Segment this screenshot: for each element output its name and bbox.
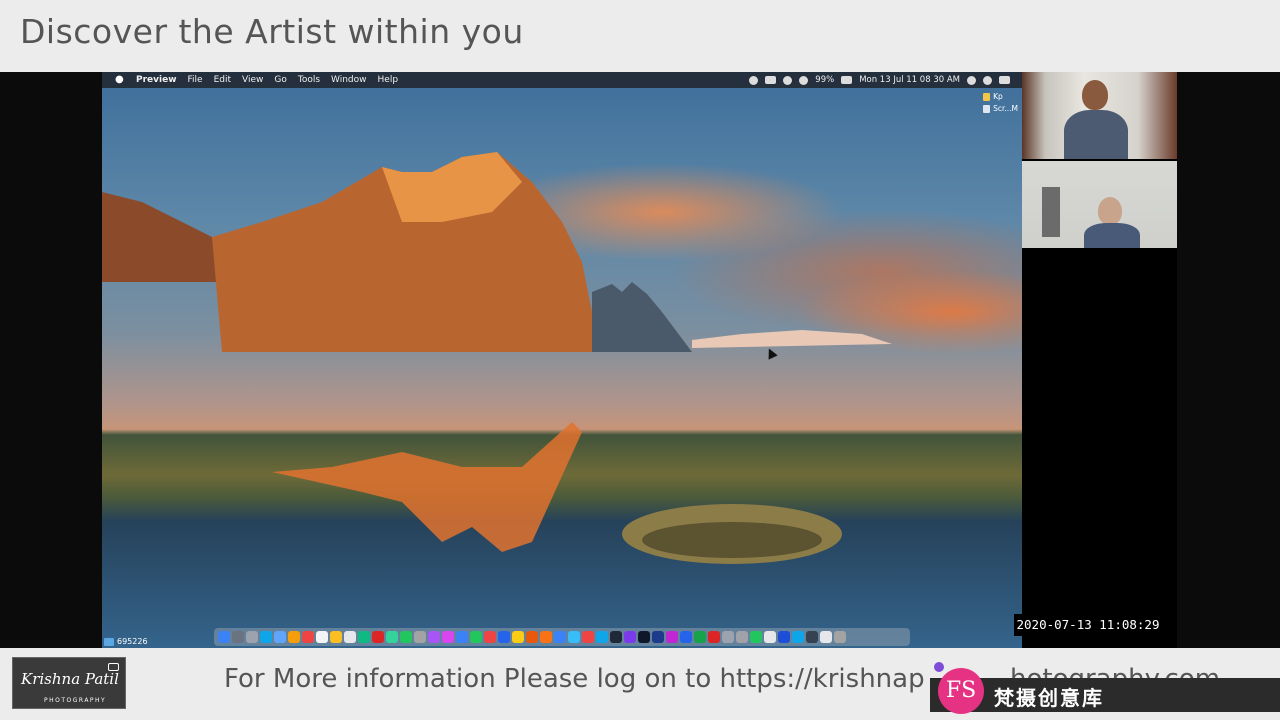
mountain-snow [692, 330, 892, 348]
watermark-text: 梵摄创意库 [994, 686, 1104, 710]
desktop-folder[interactable]: 695226 [104, 637, 148, 646]
bookshelf [1042, 187, 1060, 237]
dock-app-icon[interactable] [526, 631, 538, 643]
dock-app-icon[interactable] [834, 631, 846, 643]
dock-app-icon[interactable] [260, 631, 272, 643]
logo-subtitle: PHOTOGRAPHY [44, 697, 107, 704]
mac-menubar: ● Preview File Edit View Go Tools Window… [102, 72, 1022, 88]
dock-app-icon[interactable] [792, 631, 804, 643]
dock-app-icon[interactable] [470, 631, 482, 643]
dock-app-icon[interactable] [540, 631, 552, 643]
folder-icon [983, 92, 991, 101]
photographer-logo: Krishna Patil PHOTOGRAPHY [12, 657, 126, 709]
menu-file[interactable]: File [188, 75, 203, 85]
menu-preview[interactable]: Preview [136, 75, 177, 85]
dock-app-icon[interactable] [708, 631, 720, 643]
dock-app-icon[interactable] [386, 631, 398, 643]
mac-dock [214, 628, 910, 646]
dock-app-icon[interactable] [820, 631, 832, 643]
participant-video-1[interactable] [1022, 72, 1177, 159]
presenter-figure [1082, 80, 1108, 110]
dock-app-icon[interactable] [512, 631, 524, 643]
dock-app-icon[interactable] [666, 631, 678, 643]
battery-percent: 99% [815, 75, 835, 85]
dock-app-icon[interactable] [330, 631, 342, 643]
dock-app-icon[interactable] [218, 631, 230, 643]
menubar-clock[interactable]: Mon 13 Jul 11 08 30 AM [859, 75, 960, 85]
participant-figure [1098, 197, 1122, 225]
banner-title: Discover the Artist within you [20, 12, 524, 51]
dock-app-icon[interactable] [344, 631, 356, 643]
mountain-left [102, 192, 222, 282]
dock-app-icon[interactable] [358, 631, 370, 643]
desktop-file-screenshot[interactable]: Scr...M [983, 104, 1018, 113]
info-text: For More information Please log on to ht… [224, 664, 925, 694]
menu-view[interactable]: View [242, 75, 263, 85]
menu-help[interactable]: Help [378, 75, 399, 85]
top-banner: Discover the Artist within you [0, 0, 1280, 72]
desktop-file-kp[interactable]: Kp [983, 92, 1018, 101]
watermark-dot-icon [934, 662, 944, 672]
menu-tools[interactable]: Tools [298, 75, 320, 85]
dock-app-icon[interactable] [750, 631, 762, 643]
wifi-signal-icon[interactable] [799, 75, 809, 85]
dock-app-icon[interactable] [582, 631, 594, 643]
participant-panel [1022, 72, 1177, 648]
dock-app-icon[interactable] [456, 631, 468, 643]
watermark: FS 梵摄创意库 [930, 662, 1280, 714]
dock-app-icon[interactable] [442, 631, 454, 643]
menu-go[interactable]: Go [274, 75, 286, 85]
dock-app-icon[interactable] [638, 631, 650, 643]
dock-app-icon[interactable] [498, 631, 510, 643]
dock-app-icon[interactable] [246, 631, 258, 643]
dock-app-icon[interactable] [624, 631, 636, 643]
menu-edit[interactable]: Edit [214, 75, 231, 85]
siri-icon[interactable] [983, 75, 992, 85]
watermark-badge: FS [938, 668, 984, 714]
dock-app-icon[interactable] [414, 631, 426, 643]
dock-app-icon[interactable] [610, 631, 622, 643]
battery-icon[interactable] [841, 76, 853, 84]
dropbox-icon[interactable] [765, 76, 777, 84]
desktop-files: Kp Scr...M [983, 92, 1018, 116]
document-icon [983, 104, 991, 113]
dock-app-icon[interactable] [736, 631, 748, 643]
dock-app-icon[interactable] [568, 631, 580, 643]
dock-app-icon[interactable] [778, 631, 790, 643]
dock-app-icon[interactable] [372, 631, 384, 643]
spotlight-search-icon[interactable] [967, 75, 976, 85]
menu-window[interactable]: Window [331, 75, 367, 85]
notification-center-icon[interactable] [999, 76, 1010, 84]
menubar-status: 99% Mon 13 Jul 11 08 30 AM [749, 72, 1022, 88]
mountain-far [592, 282, 692, 352]
dock-app-icon[interactable] [722, 631, 734, 643]
apple-menu-icon[interactable]: ● [115, 74, 127, 86]
dock-app-icon[interactable] [288, 631, 300, 643]
dock-app-icon[interactable] [694, 631, 706, 643]
dock-app-icon[interactable] [428, 631, 440, 643]
dock-app-icon[interactable] [596, 631, 608, 643]
landscape-mountains [102, 152, 892, 564]
logo-script: Krishna Patil [21, 670, 119, 688]
wifi-icon[interactable] [783, 75, 793, 85]
folder-icon [104, 637, 114, 646]
screen-record-icon[interactable] [749, 75, 759, 85]
dock-app-icon[interactable] [274, 631, 286, 643]
participant-video-2[interactable] [1022, 161, 1177, 248]
dock-app-icon[interactable] [764, 631, 776, 643]
dock-app-icon[interactable] [554, 631, 566, 643]
dock-app-icon[interactable] [806, 631, 818, 643]
shared-screen: ● Preview File Edit View Go Tools Window… [102, 72, 1022, 648]
dock-app-icon[interactable] [400, 631, 412, 643]
mountain-reflection [272, 422, 582, 552]
dock-app-icon[interactable] [302, 631, 314, 643]
dock-app-icon[interactable] [232, 631, 244, 643]
dock-app-icon[interactable] [652, 631, 664, 643]
recording-timestamp: 2020-07-13 11:08:29 [1014, 614, 1162, 636]
dock-app-icon[interactable] [484, 631, 496, 643]
dock-app-icon[interactable] [680, 631, 692, 643]
dock-app-icon[interactable] [316, 631, 328, 643]
